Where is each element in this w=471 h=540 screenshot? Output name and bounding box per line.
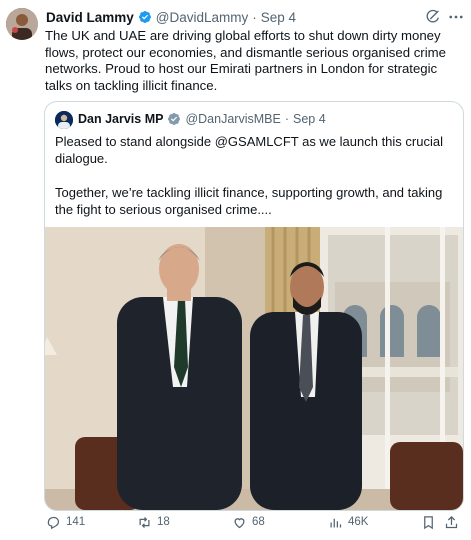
reply-button[interactable]: 141 [46, 512, 85, 532]
tweet-actions: 141 18 68 46K [0, 512, 471, 534]
repost-button[interactable]: 18 [137, 512, 170, 532]
views-icon [330, 518, 342, 527]
reply-count: 141 [66, 516, 86, 528]
author-name[interactable]: David Lammy [46, 10, 134, 25]
author-handle[interactable]: @DavidLammy [156, 10, 248, 25]
views-count: 46K [348, 516, 369, 528]
repost-icon [139, 516, 150, 528]
share-button[interactable] [444, 512, 464, 532]
quoted-author-name[interactable]: Dan Jarvis MP [78, 112, 163, 126]
like-count: 68 [252, 516, 265, 528]
verified-badge-icon [138, 11, 151, 23]
tweet-text: The UK and UAE are driving global effort… [45, 28, 446, 93]
tweet[interactable]: David Lammy @DavidLammy · Sep 4 The UK a… [0, 0, 471, 540]
tweet-date[interactable]: Sep 4 [261, 10, 296, 25]
share-icon [445, 515, 458, 528]
reply-icon [47, 516, 60, 529]
quoted-text: Pleased to stand alongside @GSAMLCFT as … [55, 134, 443, 217]
like-icon [234, 517, 245, 528]
like-button[interactable]: 68 [232, 512, 265, 532]
views-button[interactable]: 46K [328, 512, 368, 532]
separator-dot: · [252, 9, 257, 25]
quoted-date[interactable]: Sep 4 [293, 112, 326, 126]
tweet-header: David Lammy @DavidLammy · Sep 4 [46, 8, 296, 26]
quoted-tweet[interactable]: Dan Jarvis MP @DanJarvisMBE · Sep 4 Plea… [44, 101, 464, 511]
more-icon[interactable] [447, 9, 465, 25]
separator-dot: · [284, 112, 289, 126]
author-avatar[interactable] [6, 8, 38, 40]
bookmark-button[interactable] [421, 512, 441, 532]
grok-icon[interactable] [425, 9, 441, 25]
bookmark-icon [424, 515, 433, 529]
quoted-photo[interactable] [45, 227, 463, 510]
quoted-author-handle[interactable]: @DanJarvisMBE [185, 112, 280, 126]
verified-badge-icon [168, 113, 181, 125]
repost-count: 18 [157, 516, 170, 528]
quoted-author-avatar[interactable] [55, 111, 73, 129]
quoted-header: Dan Jarvis MP @DanJarvisMBE · Sep 4 [78, 112, 326, 126]
